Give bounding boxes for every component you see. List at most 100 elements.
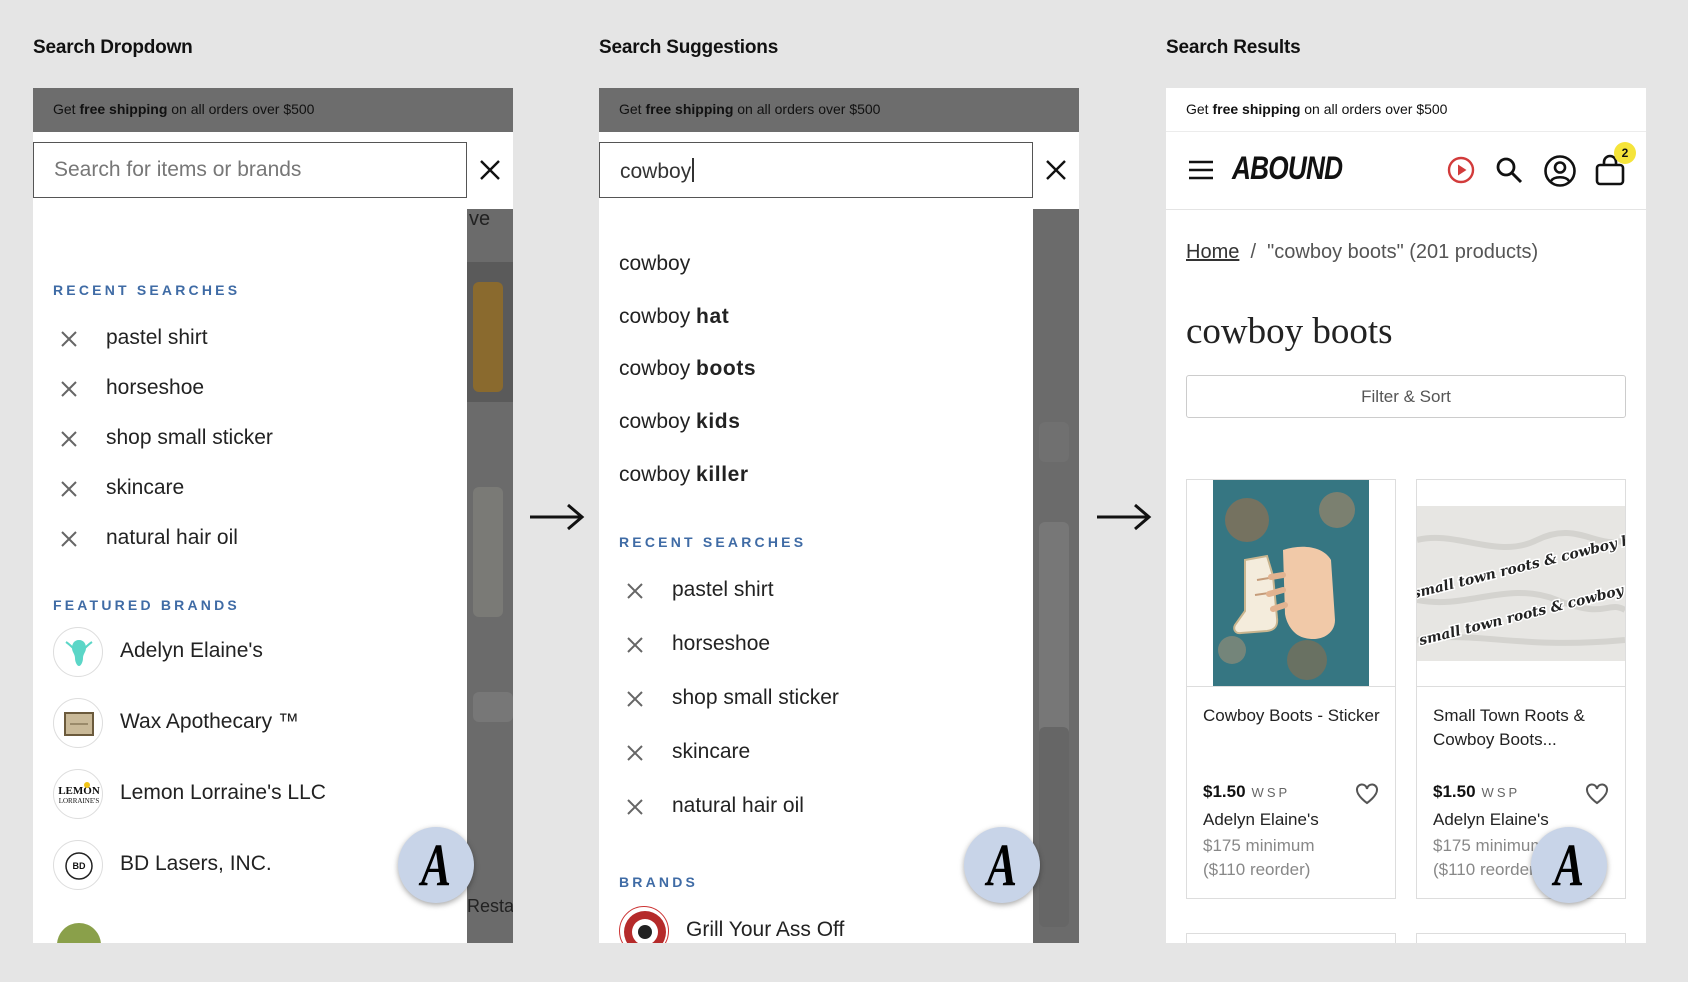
- recent-search-item[interactable]: shop small sticker: [33, 414, 467, 464]
- recent-search-item[interactable]: skincare: [599, 728, 1033, 778]
- product-brand[interactable]: Adelyn Elaine's: [1433, 810, 1549, 830]
- abound-chat-button[interactable]: A: [1531, 827, 1607, 903]
- remove-icon[interactable]: [627, 637, 643, 653]
- recent-search-item[interactable]: pastel shirt: [599, 566, 1033, 616]
- product-name[interactable]: Cowboy Boots - Sticker: [1203, 704, 1383, 728]
- recent-search-item[interactable]: skincare: [33, 464, 467, 514]
- search-results-screen: Get free shipping on all orders over $50…: [1166, 88, 1646, 943]
- recent-search-item[interactable]: natural hair oil: [599, 782, 1033, 832]
- hamburger-menu-icon[interactable]: [1188, 159, 1214, 181]
- brand-name: Adelyn Elaine's: [120, 639, 263, 662]
- brand-name: BD Lasers, INC.: [120, 852, 272, 875]
- breadcrumb: Home / "cowboy boots" (201 products): [1186, 241, 1539, 263]
- brand-logo: [619, 906, 669, 943]
- recent-searches-heading: RECENT SEARCHES: [619, 534, 807, 550]
- suggestion-item[interactable]: cowboy boots: [619, 357, 756, 381]
- search-input[interactable]: cowboy: [599, 142, 1033, 198]
- product-brand[interactable]: Adelyn Elaine's: [1203, 810, 1319, 830]
- remove-icon[interactable]: [61, 531, 77, 547]
- brand-logo: [57, 923, 101, 943]
- remove-icon[interactable]: [61, 481, 77, 497]
- recent-searches-heading: RECENT SEARCHES: [53, 282, 241, 298]
- brand-logo: LEMON LORRAINE'S: [53, 769, 103, 819]
- heart-icon[interactable]: [1355, 783, 1379, 805]
- featured-brand-item[interactable]: Adelyn Elaine's: [53, 623, 453, 683]
- screen-label-suggestions: Search Suggestions: [599, 37, 779, 58]
- close-search-button[interactable]: [1033, 142, 1079, 198]
- svg-text:LORRAINE'S: LORRAINE'S: [59, 797, 100, 805]
- recent-search-label: shop small sticker: [106, 426, 273, 449]
- remove-icon[interactable]: [61, 381, 77, 397]
- search-bar: Search for items or brands: [33, 132, 513, 209]
- svg-text:LEMON: LEMON: [58, 785, 100, 797]
- featured-brand-item[interactable]: Wax Apothecary ™: [53, 694, 453, 754]
- remove-icon[interactable]: [627, 799, 643, 815]
- text-caret: [692, 158, 695, 182]
- page-title: cowboy boots: [1186, 311, 1393, 352]
- brand-logo: [53, 627, 103, 677]
- remove-icon[interactable]: [61, 331, 77, 347]
- search-suggestions-screen: Get free shipping on all orders over $50…: [599, 88, 1079, 943]
- featured-brand-item[interactable]: BD BD Lasers, INC.: [53, 836, 453, 896]
- search-icon[interactable]: [1495, 156, 1523, 184]
- recent-search-label: pastel shirt: [106, 326, 208, 349]
- arrow-right-icon: [1097, 503, 1152, 531]
- recent-search-label: horseshoe: [106, 376, 205, 399]
- brand-name: Lemon Lorraine's LLC: [120, 781, 326, 804]
- close-search-button[interactable]: [467, 142, 513, 198]
- remove-icon[interactable]: [627, 691, 643, 707]
- suggestion-item[interactable]: cowboy killer: [619, 463, 749, 487]
- suggestion-item[interactable]: cowboy hat: [619, 305, 729, 329]
- close-icon: [1046, 160, 1066, 180]
- abound-logo[interactable]: ABOUND: [1232, 150, 1343, 187]
- search-suggestions-panel: cowboy cowboy hat cowboy boots cowboy ki…: [599, 209, 1033, 943]
- account-icon[interactable]: [1543, 154, 1577, 188]
- filter-sort-button[interactable]: Filter & Sort: [1186, 375, 1626, 418]
- top-navigation: ABOUND 2: [1166, 132, 1646, 210]
- recent-search-label: horseshoe: [672, 632, 771, 655]
- heart-icon[interactable]: [1585, 783, 1609, 805]
- recent-search-item[interactable]: natural hair oil: [33, 514, 467, 564]
- recent-search-item[interactable]: horseshoe: [33, 364, 467, 414]
- breadcrumb-home-link[interactable]: Home: [1186, 241, 1239, 263]
- recent-search-item[interactable]: pastel shirt: [33, 314, 467, 364]
- shipping-banner: Get free shipping on all orders over $50…: [599, 88, 1079, 132]
- recent-search-label: skincare: [106, 476, 185, 499]
- abound-logo-icon: A: [420, 832, 452, 898]
- remove-icon[interactable]: [627, 745, 643, 761]
- shipping-banner: Get free shipping on all orders over $50…: [1166, 88, 1646, 132]
- screen-label-dropdown: Search Dropdown: [33, 37, 193, 58]
- recent-search-item[interactable]: horseshoe: [599, 620, 1033, 670]
- product-card: [1186, 933, 1396, 943]
- suggestion-item[interactable]: cowboy kids: [619, 410, 740, 434]
- suggestion-item[interactable]: cowboy: [619, 252, 690, 276]
- abound-chat-button[interactable]: A: [964, 827, 1040, 903]
- svg-text:BD: BD: [73, 861, 86, 871]
- search-input[interactable]: Search for items or brands: [33, 142, 467, 198]
- breadcrumb-current: "cowboy boots" (201 products): [1267, 241, 1539, 263]
- brand-logo: [53, 698, 103, 748]
- background-text-fragment: ve: [469, 208, 491, 230]
- recent-search-label: pastel shirt: [672, 578, 774, 601]
- recent-search-item[interactable]: shop small sticker: [599, 674, 1033, 724]
- featured-brand-item[interactable]: LEMON LORRAINE'S Lemon Lorraine's LLC: [53, 765, 453, 825]
- brand-item[interactable]: Grill Your Ass Off: [619, 902, 1019, 943]
- product-image: [1187, 480, 1395, 687]
- play-video-icon[interactable]: [1447, 156, 1475, 184]
- abound-logo-icon: A: [1553, 832, 1585, 898]
- product-price: $1.50 WSP: [1203, 782, 1291, 801]
- screen-label-results: Search Results: [1166, 37, 1301, 58]
- recent-search-label: natural hair oil: [672, 794, 804, 817]
- recent-search-label: shop small sticker: [672, 686, 839, 709]
- remove-icon[interactable]: [61, 431, 77, 447]
- recent-search-label: natural hair oil: [106, 526, 238, 549]
- recent-search-label: skincare: [672, 740, 751, 763]
- product-minimum: $175 minimum ($110 reorder): [1203, 836, 1315, 879]
- abound-chat-button[interactable]: A: [398, 827, 474, 903]
- cart-count-badge: 2: [1614, 142, 1636, 164]
- product-name[interactable]: Small Town Roots & Cowboy Boots...: [1433, 704, 1613, 752]
- abound-logo-icon: A: [986, 832, 1018, 898]
- brand-logo: BD: [53, 840, 103, 890]
- remove-icon[interactable]: [627, 583, 643, 599]
- product-card[interactable]: Cowboy Boots - Sticker $1.50 WSP Adelyn E…: [1186, 479, 1396, 899]
